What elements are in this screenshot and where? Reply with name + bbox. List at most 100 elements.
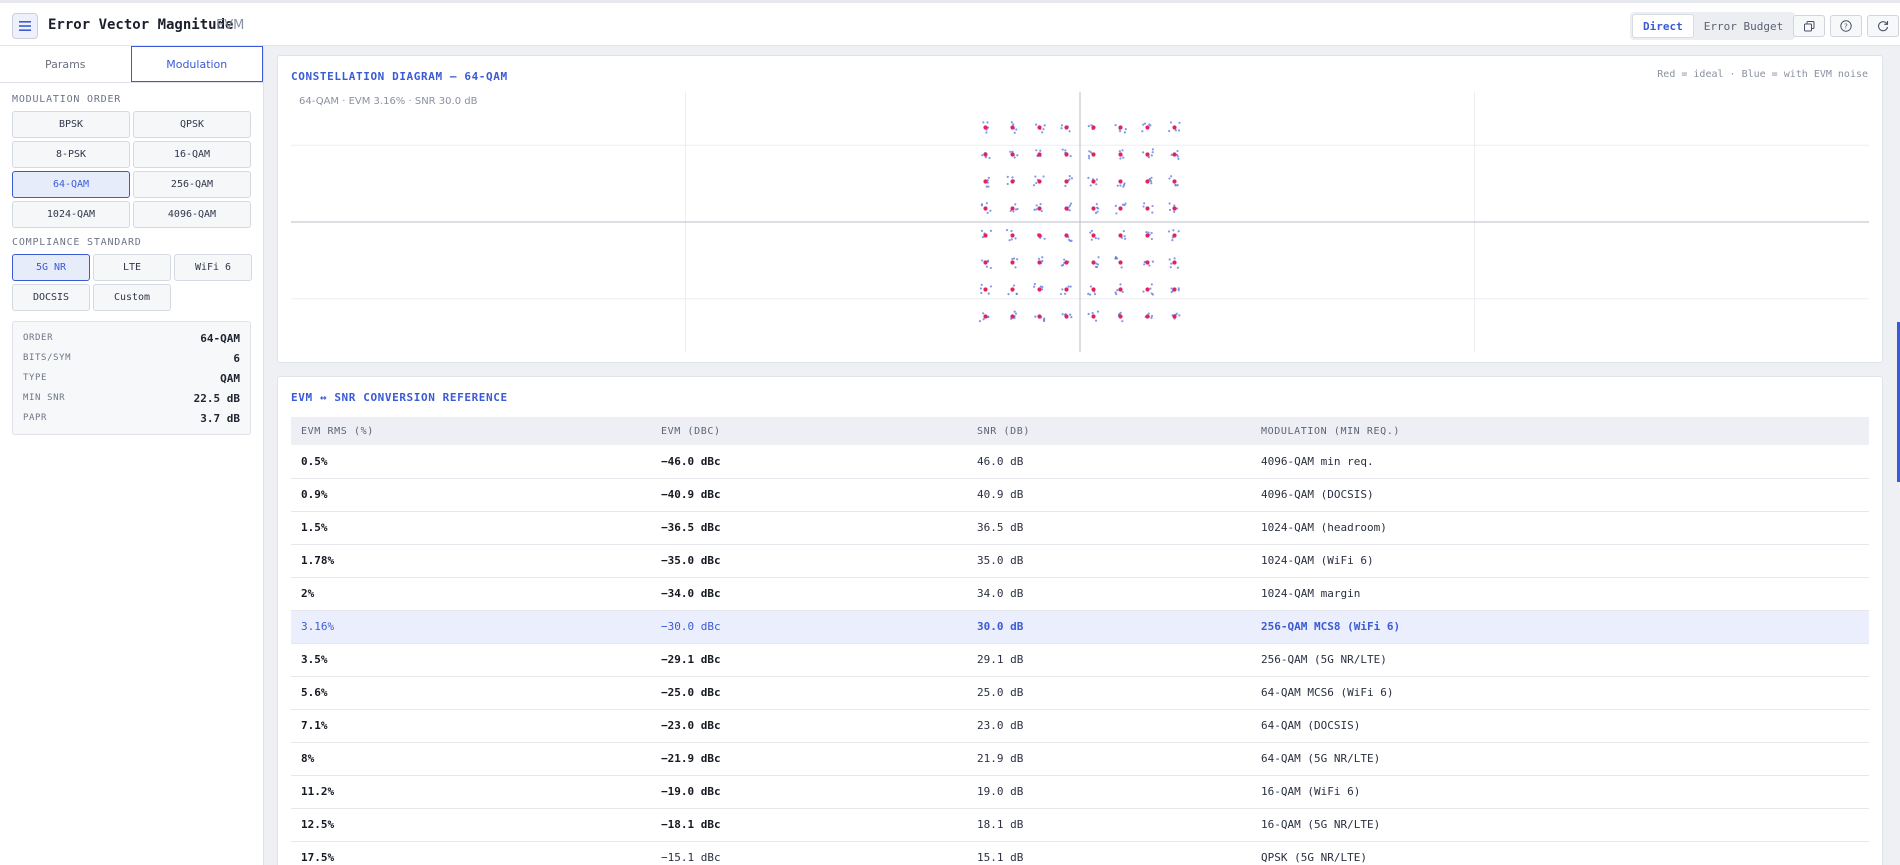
table-row[interactable]: 3.5% −29.1 dBc 29.1 dB 256-QAM (5G NR/LTE): [291, 643, 1869, 677]
column-header[interactable]: SNR (DB): [967, 417, 1251, 445]
ideal-point: [1091, 260, 1096, 265]
noisy-point: [1064, 149, 1067, 152]
modulation-option[interactable]: 16-QAM: [133, 141, 251, 168]
noisy-point: [1087, 157, 1091, 160]
copy-button[interactable]: [1793, 15, 1825, 37]
noisy-point: [1119, 157, 1122, 160]
tab-params[interactable]: Params: [0, 46, 131, 82]
ideal-point: [983, 125, 988, 130]
ideal-point: [1091, 314, 1096, 319]
noisy-point: [1178, 314, 1181, 317]
ideal-point: [1172, 233, 1177, 238]
noisy-point: [1151, 260, 1155, 263]
table-row[interactable]: 1.78% −35.0 dBc 35.0 dB 1024-QAM (WiFi 6): [291, 544, 1869, 578]
ideal-point: [1091, 287, 1096, 292]
mode-direct-button[interactable]: Direct: [1632, 14, 1694, 38]
ideal-point: [1064, 260, 1069, 265]
menu-button[interactable]: [12, 13, 38, 39]
table-row[interactable]: 8% −21.9 dBc 21.9 dB 64-QAM (5G NR/LTE): [291, 742, 1869, 776]
ideal-point: [1064, 287, 1069, 292]
noisy-point: [1061, 148, 1064, 151]
ideal-point: [1064, 206, 1069, 211]
ideal-point: [1172, 179, 1177, 184]
table-row[interactable]: 0.5% −46.0 dBc 46.0 dB 4096-QAM min req.: [291, 445, 1869, 479]
help-icon: ?: [1840, 20, 1852, 32]
mode-error-budget-button[interactable]: Error Budget: [1694, 14, 1793, 38]
table-row[interactable]: 2% −34.0 dBc 34.0 dB 1024-QAM margin: [291, 577, 1869, 611]
page-title: Error Vector Magnitude: [48, 17, 234, 33]
noisy-point: [1069, 154, 1072, 158]
modulation-option[interactable]: 1024-QAM: [12, 201, 130, 228]
ideal-point: [1064, 125, 1069, 130]
modulation-option[interactable]: 256-QAM: [133, 171, 251, 198]
noisy-point: [1010, 238, 1013, 241]
noisy-point: [1088, 150, 1091, 153]
table-row[interactable]: 11.2% −19.0 dBc 19.0 dB 16-QAM (WiFi 6): [291, 775, 1869, 809]
noisy-point: [1014, 266, 1017, 269]
noisy-point: [1121, 320, 1124, 323]
noisy-point: [1173, 204, 1176, 207]
noisy-point: [1150, 154, 1153, 157]
evm-dbc-cell: −21.9 dBc: [651, 742, 967, 776]
standard-option[interactable]: WiFi 6: [174, 254, 252, 281]
noisy-point: [1170, 175, 1173, 178]
table-row[interactable]: 5.6% −25.0 dBc 25.0 dB 64-QAM MCS6 (WiFi 6): [291, 676, 1869, 710]
noisy-point: [1169, 266, 1172, 269]
table-row[interactable]: 0.9% −40.9 dBc 40.9 dB 4096-QAM (DOCSIS): [291, 478, 1869, 512]
noisy-point: [1169, 121, 1173, 124]
refresh-button[interactable]: [1867, 15, 1899, 37]
info-key: TYPE: [23, 373, 48, 383]
standard-option[interactable]: Custom: [93, 284, 171, 311]
ideal-point: [1037, 179, 1042, 184]
column-header[interactable]: EVM (DBC): [651, 417, 967, 445]
conversion-title: EVM ↔ SNR CONVERSION REFERENCE: [291, 391, 508, 404]
standard-option[interactable]: DOCSIS: [12, 284, 90, 311]
noisy-point: [1122, 185, 1125, 188]
modulation-option[interactable]: BPSK: [12, 111, 130, 138]
noisy-point: [989, 209, 992, 212]
noisy-point: [979, 287, 982, 290]
column-header[interactable]: MODULATION (MIN REQ.): [1251, 417, 1869, 445]
modulation-cell: 1024-QAM margin: [1251, 577, 1869, 611]
standard-grid: 5G NR LTE WiFi 6 DOCSIS Custom: [12, 254, 252, 311]
column-header[interactable]: EVM RMS (%): [291, 417, 651, 445]
standard-option[interactable]: LTE: [93, 254, 171, 281]
table-row[interactable]: 1.5% −36.5 dBc 36.5 dB 1024-QAM (headroom): [291, 511, 1869, 545]
table-row[interactable]: 7.1% −23.0 dBc 23.0 dB 64-QAM (DOCSIS): [291, 709, 1869, 743]
noisy-point: [1168, 258, 1171, 261]
info-value: QAM: [220, 371, 240, 385]
noisy-point: [1170, 153, 1173, 156]
ideal-point: [1172, 125, 1177, 130]
modulation-option[interactable]: 4096-QAM: [133, 201, 251, 228]
ideal-point: [1037, 287, 1042, 292]
modulation-option[interactable]: 8-PSK: [12, 141, 130, 168]
noisy-point: [1095, 262, 1098, 265]
noisy-point: [1147, 312, 1150, 315]
modulation-option-selected[interactable]: 64-QAM: [12, 171, 130, 198]
noisy-point: [1123, 235, 1126, 238]
standard-option-selected[interactable]: 5G NR: [12, 254, 90, 281]
info-value: 22.5 dB: [193, 391, 240, 405]
noisy-point: [1034, 315, 1037, 318]
noisy-point: [989, 266, 992, 270]
help-button[interactable]: ?: [1830, 15, 1862, 37]
tab-modulation[interactable]: Modulation: [130, 46, 263, 82]
ideal-point: [1037, 152, 1042, 157]
noisy-point: [1012, 284, 1016, 287]
noisy-point: [1060, 124, 1064, 127]
ideal-point: [1118, 314, 1123, 319]
modulation-option[interactable]: QPSK: [133, 111, 251, 138]
noisy-point: [1090, 238, 1093, 241]
table-row[interactable]: 12.5% −18.1 dBc 18.1 dB 16-QAM (5G NR/LTE): [291, 808, 1869, 842]
table-row[interactable]: 17.5% −15.1 dBc 15.1 dB QPSK (5G NR/LTE): [291, 841, 1869, 865]
noisy-point: [987, 185, 990, 188]
table-row[interactable]: 3.16% −30.0 dBc 30.0 dB 256-QAM MCS8 (WiFi …: [291, 610, 1869, 644]
info-key: MIN SNR: [23, 393, 66, 403]
ideal-point: [1145, 179, 1150, 184]
evm-percent-cell: 11.2%: [291, 775, 651, 809]
info-value: 64-QAM: [200, 331, 240, 345]
ideal-point: [1010, 287, 1015, 292]
noisy-point: [1069, 202, 1073, 205]
noisy-point: [1151, 148, 1155, 151]
noisy-point: [1087, 124, 1090, 128]
